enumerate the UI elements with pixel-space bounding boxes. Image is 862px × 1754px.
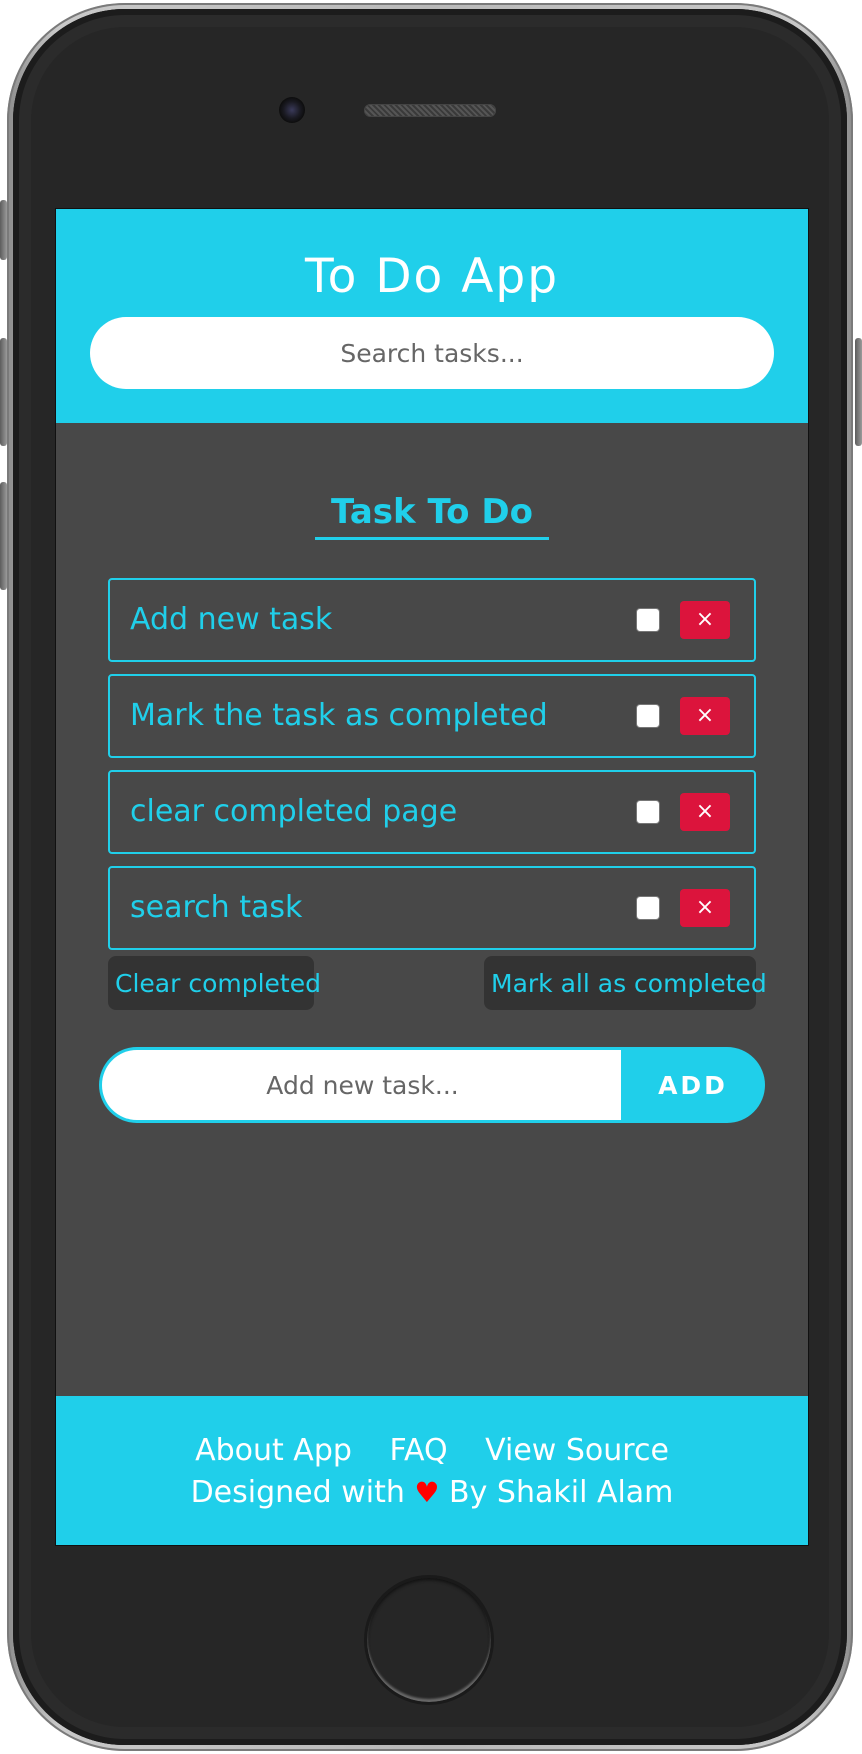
task-text: Add new task xyxy=(130,602,333,637)
add-task-button[interactable]: ADD xyxy=(621,1047,765,1123)
delete-task-button[interactable]: × xyxy=(680,889,730,927)
view-source-link[interactable]: View Source xyxy=(485,1433,669,1468)
clear-completed-button[interactable]: Clear completed xyxy=(108,956,321,1010)
footer-links: About App FAQ View Source xyxy=(56,1430,808,1472)
list-actions: Clear completed Mark all as completed xyxy=(108,956,767,1010)
section-title: Task To Do xyxy=(315,487,549,540)
task-text: clear completed page xyxy=(130,794,458,829)
app-header: To Do App xyxy=(56,209,808,423)
task-checkbox[interactable] xyxy=(636,704,660,728)
faq-link[interactable]: FAQ xyxy=(389,1433,447,1468)
task-checkbox[interactable] xyxy=(636,608,660,632)
task-text: search task xyxy=(130,890,303,925)
task-item: clear completed page × xyxy=(108,770,756,854)
task-item: Mark the task as completed × xyxy=(108,674,756,758)
task-item: Add new task × xyxy=(108,578,756,662)
about-app-link[interactable]: About App xyxy=(195,1433,352,1468)
heart-icon: ♥ xyxy=(414,1476,440,1509)
task-checkbox[interactable] xyxy=(636,896,660,920)
app-title: To Do App xyxy=(304,249,560,304)
add-task-input[interactable] xyxy=(99,1047,623,1123)
front-camera xyxy=(279,97,305,123)
section-heading: Task To Do xyxy=(56,487,808,540)
task-list: Add new task × Mark the task as complete… xyxy=(108,578,756,962)
delete-task-button[interactable]: × xyxy=(680,601,730,639)
mute-switch xyxy=(0,200,7,260)
app-screen: To Do App Task To Do Add new task × Mark… xyxy=(55,208,809,1546)
speaker-grille xyxy=(364,104,496,117)
add-task-form: ADD xyxy=(99,1047,765,1123)
delete-task-button[interactable]: × xyxy=(680,793,730,831)
home-button[interactable] xyxy=(364,1575,494,1705)
app-footer: About App FAQ View Source Designed with … xyxy=(56,1396,808,1545)
delete-task-button[interactable]: × xyxy=(680,697,730,735)
volume-up-button xyxy=(0,338,7,446)
mark-all-completed-button[interactable]: Mark all as completed xyxy=(484,956,767,1010)
volume-down-button xyxy=(0,482,7,590)
credit-author: By Shakil Alam xyxy=(449,1475,674,1510)
search-input[interactable] xyxy=(90,317,774,389)
task-item: search task × xyxy=(108,866,756,950)
footer-credit: Designed with ♥ By Shakil Alam xyxy=(56,1472,808,1514)
task-checkbox[interactable] xyxy=(636,800,660,824)
power-button xyxy=(855,338,862,446)
credit-prefix: Designed with xyxy=(190,1475,405,1510)
task-text: Mark the task as completed xyxy=(130,698,548,733)
